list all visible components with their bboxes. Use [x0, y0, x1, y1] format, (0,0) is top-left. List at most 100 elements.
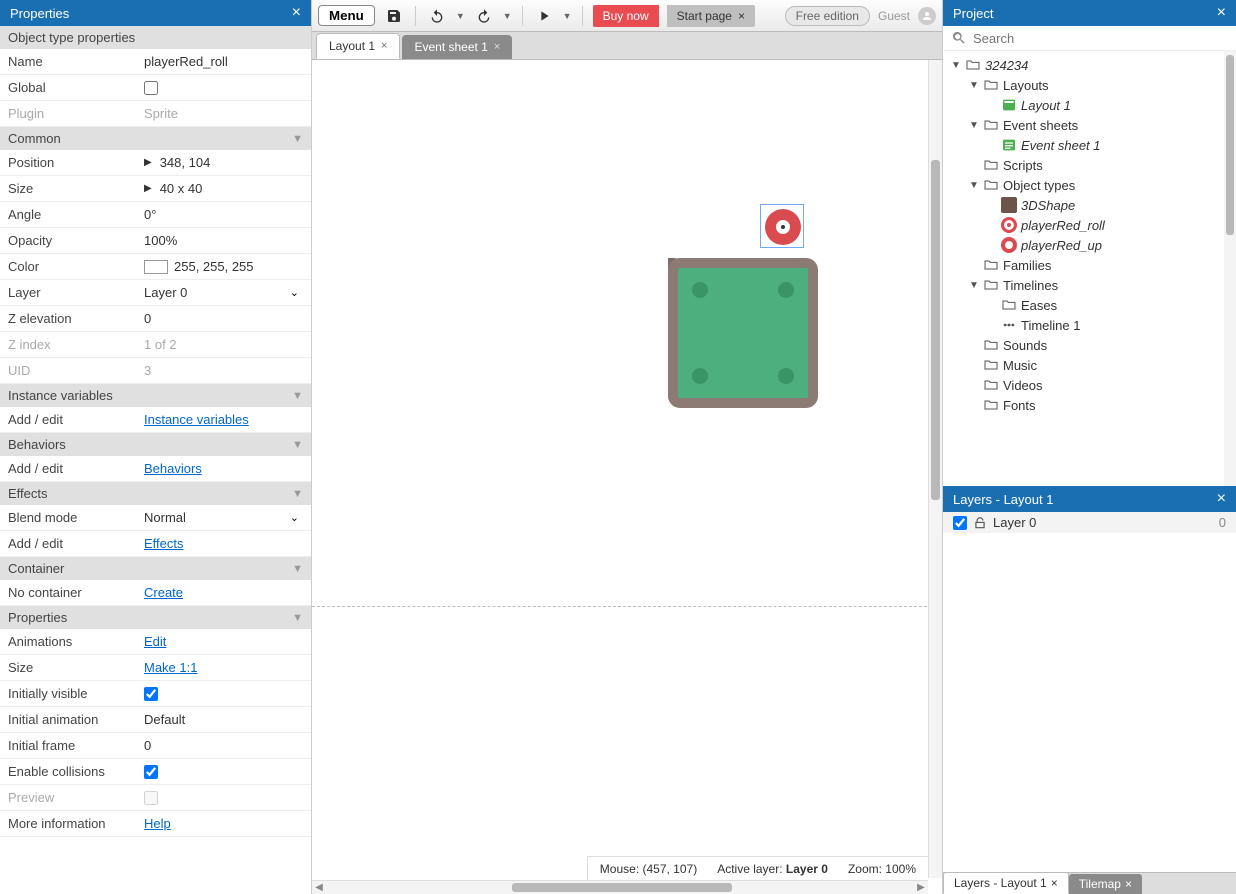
- layer-name: Layer 0: [993, 515, 1036, 530]
- save-icon[interactable]: [383, 5, 405, 27]
- object-playerred-roll-selected[interactable]: [760, 204, 804, 248]
- tree-eventsheets[interactable]: ▼Event sheets: [943, 115, 1236, 135]
- section-instance-variables[interactable]: Instance variables▼: [0, 384, 311, 407]
- tree-obj-3dshape[interactable]: 3DShape: [943, 195, 1236, 215]
- vertical-scrollbar[interactable]: [928, 60, 942, 878]
- tree-root[interactable]: ▼324234: [943, 55, 1236, 75]
- enable-collisions-checkbox[interactable]: [144, 765, 158, 779]
- zelevation-value[interactable]: 0: [138, 307, 311, 330]
- close-icon[interactable]: ×: [738, 9, 745, 23]
- tree-videos[interactable]: Videos: [943, 375, 1236, 395]
- close-icon[interactable]: ×: [1051, 876, 1058, 890]
- preview-label: Preview: [0, 786, 138, 809]
- close-icon[interactable]: ×: [1217, 490, 1226, 508]
- tree-objecttypes[interactable]: ▼Object types: [943, 175, 1236, 195]
- section-object-type[interactable]: Object type properties: [0, 26, 311, 49]
- more-information-label: More information: [0, 812, 138, 835]
- tab-eventsheet1[interactable]: Event sheet 1×: [402, 35, 512, 59]
- play-dropdown-icon[interactable]: ▼: [563, 11, 572, 21]
- angle-value[interactable]: 0°: [138, 203, 311, 226]
- btab-layers[interactable]: Layers - Layout 1×: [943, 872, 1069, 894]
- blendmode-select[interactable]: Normal⌄: [138, 506, 311, 529]
- layer-select[interactable]: Layer 0⌄: [138, 281, 311, 304]
- user-avatar-icon[interactable]: [918, 7, 936, 25]
- section-container[interactable]: Container▼: [0, 557, 311, 580]
- layers-title: Layers - Layout 1: [953, 492, 1053, 507]
- color-value[interactable]: 255, 255, 255: [138, 255, 311, 278]
- start-page-tab[interactable]: Start page×: [667, 5, 755, 27]
- scroll-left-icon[interactable]: ◀: [312, 881, 326, 894]
- size-value[interactable]: ▶40 x 40: [138, 177, 311, 200]
- expand-arrow-icon[interactable]: ▶: [144, 157, 152, 168]
- color-swatch-icon[interactable]: [144, 260, 168, 274]
- section-properties[interactable]: Properties▼: [0, 606, 311, 629]
- instance-variables-link[interactable]: Instance variables: [144, 412, 249, 427]
- close-icon[interactable]: ×: [381, 40, 387, 52]
- redo-icon[interactable]: [473, 5, 495, 27]
- tree-timelines[interactable]: ▼Timelines: [943, 275, 1236, 295]
- tree-sounds[interactable]: Sounds: [943, 335, 1236, 355]
- tree-layout1[interactable]: Layout 1: [943, 95, 1236, 115]
- initial-frame-value[interactable]: 0: [138, 734, 311, 757]
- undo-icon[interactable]: [426, 5, 448, 27]
- tree-obj-playerred-roll[interactable]: playerRed_roll: [943, 215, 1236, 235]
- layout-icon: [1001, 97, 1017, 113]
- tree-scrollbar[interactable]: [1224, 51, 1236, 486]
- addedit-label: Add / edit: [0, 408, 138, 431]
- behaviors-link[interactable]: Behaviors: [144, 461, 202, 476]
- name-value[interactable]: playerRed_roll: [138, 50, 311, 73]
- chevron-down-icon: ▼: [292, 563, 303, 575]
- close-icon[interactable]: ×: [1217, 4, 1226, 22]
- tree-timeline1[interactable]: Timeline 1: [943, 315, 1236, 335]
- close-icon[interactable]: ×: [494, 41, 500, 53]
- close-icon[interactable]: ×: [1125, 877, 1132, 891]
- tree-obj-playerred-up[interactable]: playerRed_up: [943, 235, 1236, 255]
- tree-fonts[interactable]: Fonts: [943, 395, 1236, 415]
- redo-dropdown-icon[interactable]: ▼: [503, 11, 512, 21]
- blendmode-label: Blend mode: [0, 506, 138, 529]
- project-search[interactable]: [943, 26, 1236, 51]
- undo-dropdown-icon[interactable]: ▼: [456, 11, 465, 21]
- object-3dshape[interactable]: [668, 258, 828, 424]
- position-value[interactable]: ▶348, 104: [138, 151, 311, 174]
- free-edition-badge[interactable]: Free edition: [785, 6, 870, 26]
- addedit-label: Add / edit: [0, 457, 138, 480]
- section-effects[interactable]: Effects▼: [0, 482, 311, 505]
- global-label: Global: [0, 76, 138, 99]
- tree-music[interactable]: Music: [943, 355, 1236, 375]
- play-icon[interactable]: [533, 5, 555, 27]
- project-tree: ▼324234 ▼Layouts Layout 1 ▼Event sheets …: [943, 51, 1236, 486]
- plugin-label: Plugin: [0, 102, 138, 125]
- animations-label: Animations: [0, 630, 138, 653]
- tree-layouts[interactable]: ▼Layouts: [943, 75, 1236, 95]
- initial-animation-value[interactable]: Default: [138, 708, 311, 731]
- make-1-1-link[interactable]: Make 1:1: [144, 660, 197, 675]
- expand-arrow-icon[interactable]: ▶: [144, 183, 152, 194]
- tree-scripts[interactable]: Scripts: [943, 155, 1236, 175]
- layer-row-0[interactable]: Layer 0 0: [943, 512, 1236, 533]
- menu-button[interactable]: Menu: [318, 5, 375, 26]
- global-checkbox[interactable]: [144, 81, 158, 95]
- layout-canvas[interactable]: ◀ ▶ Mouse: (457, 107) Active layer: Laye…: [312, 60, 942, 894]
- tab-layout1[interactable]: Layout 1×: [316, 33, 400, 59]
- tree-families[interactable]: Families: [943, 255, 1236, 275]
- section-behaviors[interactable]: Behaviors▼: [0, 433, 311, 456]
- buy-now-button[interactable]: Buy now: [593, 5, 659, 27]
- effects-link[interactable]: Effects: [144, 536, 184, 551]
- section-common[interactable]: Common▼: [0, 127, 311, 150]
- initially-visible-checkbox[interactable]: [144, 687, 158, 701]
- btab-tilemap[interactable]: Tilemap×: [1069, 874, 1142, 894]
- uid-label: UID: [0, 359, 138, 382]
- search-input[interactable]: [973, 31, 1228, 46]
- horizontal-scrollbar[interactable]: ◀ ▶: [312, 880, 928, 894]
- tree-eases[interactable]: Eases: [943, 295, 1236, 315]
- layer-visible-checkbox[interactable]: [953, 516, 967, 530]
- scroll-right-icon[interactable]: ▶: [914, 881, 928, 894]
- edit-animations-link[interactable]: Edit: [144, 634, 166, 649]
- unlock-icon[interactable]: [973, 516, 987, 530]
- close-icon[interactable]: ×: [292, 4, 301, 22]
- opacity-value[interactable]: 100%: [138, 229, 311, 252]
- create-container-link[interactable]: Create: [144, 585, 183, 600]
- help-link[interactable]: Help: [144, 816, 171, 831]
- tree-eventsheet1[interactable]: Event sheet 1: [943, 135, 1236, 155]
